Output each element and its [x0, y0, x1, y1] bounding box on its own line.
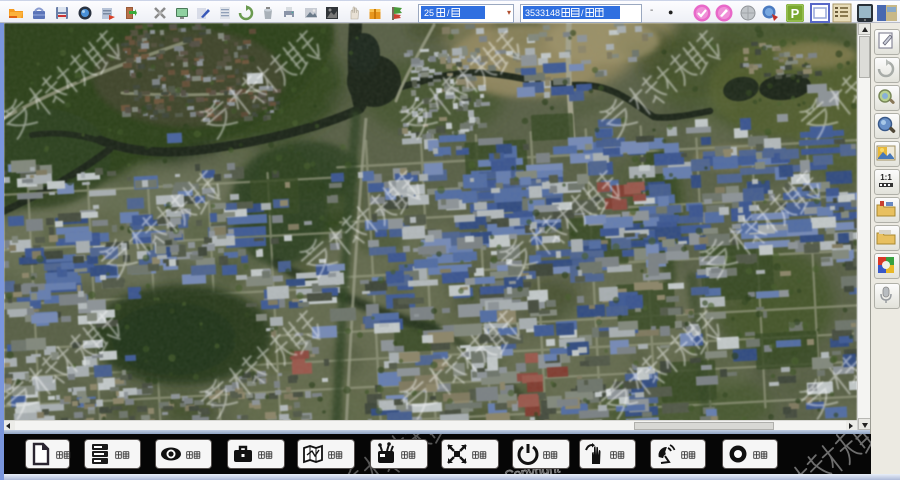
svg-text:25: 25	[424, 8, 434, 18]
svg-text:/: /	[581, 8, 584, 18]
svg-text:/: /	[447, 8, 450, 18]
svg-text:P: P	[791, 6, 800, 21]
svg-text:3533148: 3533148	[525, 8, 560, 18]
svg-text:1:1: 1:1	[880, 173, 892, 182]
